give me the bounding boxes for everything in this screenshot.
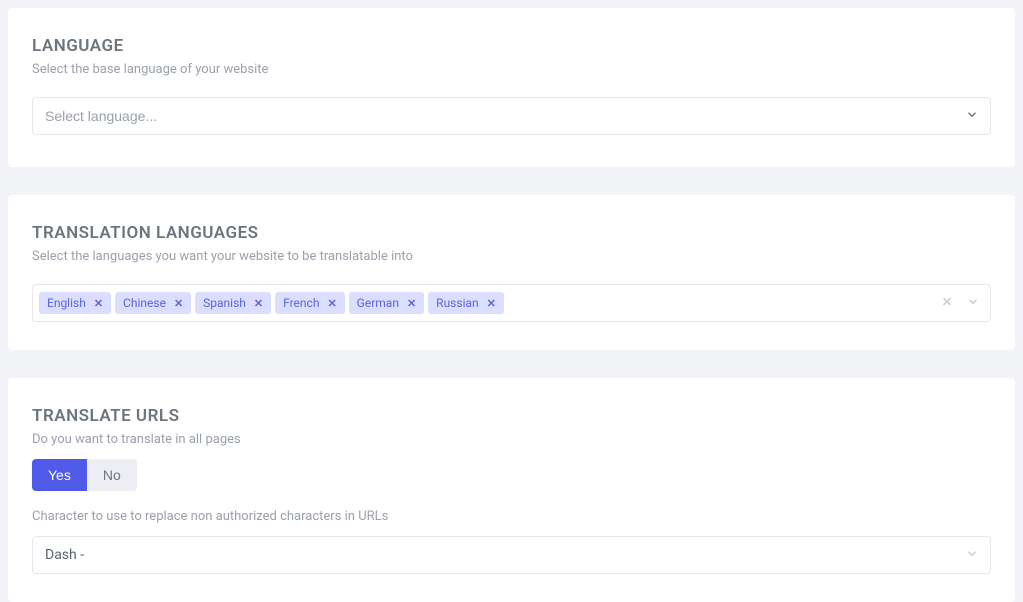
language-select[interactable]: [32, 97, 991, 135]
language-tag: Chinese ✕: [115, 292, 191, 314]
language-select-wrap: [32, 97, 991, 135]
tag-label: Russian: [436, 296, 478, 310]
char-select-wrap: Dash -: [32, 536, 991, 574]
tag-label: Chinese: [123, 296, 166, 310]
remove-tag-icon[interactable]: ✕: [487, 297, 496, 310]
remove-tag-icon[interactable]: ✕: [254, 297, 263, 310]
translate-urls-toggle: Yes No: [32, 459, 137, 491]
language-tag: Spanish ✕: [195, 292, 271, 314]
clear-all-icon[interactable]: [940, 294, 954, 312]
translate-urls-title: TRANSLATE URLS: [32, 406, 991, 426]
translation-languages-card: TRANSLATION LANGUAGES Select the languag…: [8, 195, 1015, 350]
translation-languages-select[interactable]: English✕Chinese✕Spanish✕French✕German✕Ru…: [32, 284, 991, 322]
language-title: LANGUAGE: [32, 36, 991, 56]
remove-tag-icon[interactable]: ✕: [174, 297, 183, 310]
tag-label: German: [357, 296, 399, 310]
language-tag: German ✕: [349, 292, 425, 314]
multiselect-controls: [940, 294, 980, 313]
tag-label: English: [47, 296, 86, 310]
no-button[interactable]: No: [87, 459, 137, 491]
tag-label: Spanish: [203, 296, 246, 310]
translation-languages-title: TRANSLATION LANGUAGES: [32, 223, 991, 243]
language-tag: Russian ✕: [428, 292, 504, 314]
remove-tag-icon[interactable]: ✕: [94, 297, 103, 310]
yes-button[interactable]: Yes: [32, 459, 87, 491]
char-select[interactable]: Dash -: [32, 536, 991, 574]
translation-languages-subtitle: Select the languages you want your websi…: [32, 249, 991, 264]
language-tag: English ✕: [39, 292, 111, 314]
translate-urls-subtitle: Do you want to translate in all pages: [32, 432, 991, 447]
translate-urls-card: TRANSLATE URLS Do you want to translate …: [8, 378, 1015, 602]
remove-tag-icon[interactable]: ✕: [327, 297, 336, 310]
language-subtitle: Select the base language of your website: [32, 62, 991, 77]
remove-tag-icon[interactable]: ✕: [407, 297, 416, 310]
chevron-down-icon[interactable]: [966, 294, 980, 313]
language-tag: French ✕: [275, 292, 345, 314]
language-card: LANGUAGE Select the base language of you…: [8, 8, 1015, 167]
char-label: Character to use to replace non authoriz…: [32, 509, 991, 524]
tag-label: French: [283, 296, 319, 310]
